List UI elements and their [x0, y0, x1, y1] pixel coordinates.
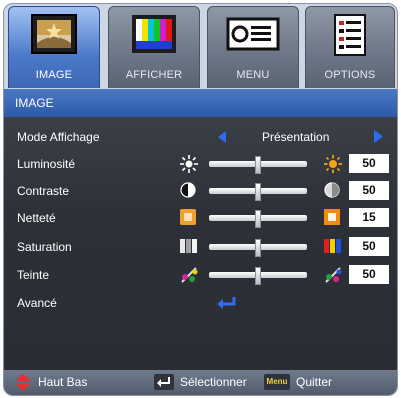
- menu-key-icon: Menu: [264, 374, 290, 390]
- footer-bar: Haut Bas Sélectionner Menu Quitter: [4, 370, 397, 395]
- contrast-low-icon: [180, 182, 196, 198]
- nettete-value: 15: [349, 208, 389, 227]
- teinte-label: Teinte: [17, 268, 50, 282]
- nettete-slider-knob[interactable]: [255, 210, 261, 228]
- projector-menu-icon: [226, 13, 280, 58]
- sharpness-high-icon: [324, 209, 340, 225]
- luminosite-label: Luminosité: [17, 157, 76, 171]
- row-mode-affichage[interactable]: Mode Affichage Présentation: [4, 124, 397, 150]
- tab-menu[interactable]: MENU: [207, 6, 299, 88]
- nettete-label: Netteté: [17, 211, 56, 225]
- contrast-high-icon: [324, 182, 340, 198]
- arrow-left-icon[interactable]: [218, 131, 226, 143]
- options-list-icon: [333, 13, 367, 60]
- teinte-value: 50: [349, 265, 389, 284]
- tab-image-label: IMAGE: [35, 69, 73, 81]
- row-contraste[interactable]: Contraste 50: [4, 178, 397, 204]
- arrow-right-icon[interactable]: [374, 130, 383, 143]
- tint-low-icon: [181, 267, 198, 283]
- tab-menu-label: MENU: [236, 69, 270, 81]
- luminosite-value: 50: [349, 154, 389, 173]
- row-luminosite[interactable]: Luminosité 50: [4, 151, 397, 177]
- enter-key-icon: [154, 374, 174, 390]
- up-down-arrows-icon: [16, 374, 30, 391]
- saturation-low-icon: [180, 239, 197, 253]
- row-saturation[interactable]: Saturation 50: [4, 234, 397, 260]
- saturation-high-icon: [324, 239, 341, 253]
- footer-nav-label: Haut Bas: [38, 375, 88, 389]
- avance-label: Avancé: [17, 296, 57, 310]
- tab-bar: IMAGE AFFICHER MENU OPTIONS: [4, 4, 397, 89]
- row-avance[interactable]: Avancé: [4, 290, 397, 316]
- luminosite-slider-knob[interactable]: [255, 156, 261, 174]
- tab-options[interactable]: OPTIONS: [305, 6, 395, 88]
- mode-affichage-value: Présentation: [262, 130, 330, 144]
- image-picture-icon: [30, 13, 78, 58]
- tab-afficher[interactable]: AFFICHER: [108, 6, 200, 88]
- section-header: IMAGE: [4, 89, 397, 117]
- osd-menu-window: IMAGE AFFICHER MENU OPTIONS IMAGE Mode A…: [3, 3, 398, 396]
- mode-affichage-label: Mode Affichage: [17, 130, 100, 144]
- settings-panel: Mode Affichage Présentation Luminosité 5…: [4, 117, 397, 370]
- tab-afficher-label: AFFICHER: [125, 69, 183, 81]
- saturation-value: 50: [349, 237, 389, 256]
- row-teinte[interactable]: Teinte 50: [4, 262, 397, 288]
- brightness-high-icon: [324, 155, 342, 173]
- display-color-bars-icon: [130, 13, 178, 58]
- contraste-value: 50: [349, 181, 389, 200]
- footer-select-label: Sélectionner: [180, 375, 247, 389]
- brightness-low-icon: [180, 155, 198, 173]
- teinte-slider-knob[interactable]: [255, 267, 261, 285]
- contraste-slider-knob[interactable]: [255, 183, 261, 201]
- tab-image[interactable]: IMAGE: [8, 6, 100, 88]
- sharpness-low-icon: [180, 209, 196, 225]
- footer-quit-label: Quitter: [296, 375, 333, 389]
- contraste-label: Contraste: [17, 184, 70, 198]
- tab-options-label: OPTIONS: [324, 69, 376, 81]
- enter-return-icon[interactable]: [216, 297, 236, 309]
- saturation-label: Saturation: [17, 240, 72, 254]
- row-nettete[interactable]: Netteté 15: [4, 205, 397, 231]
- section-title: IMAGE: [15, 96, 54, 110]
- tint-high-icon: [325, 267, 342, 283]
- saturation-slider-knob[interactable]: [255, 239, 261, 257]
